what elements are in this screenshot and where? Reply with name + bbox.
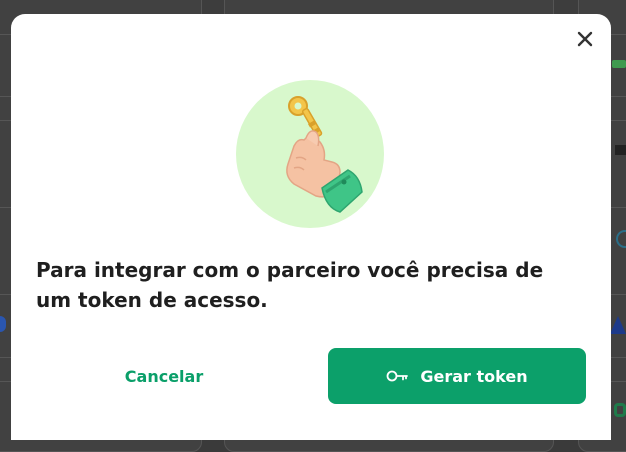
key-graphic <box>288 96 323 137</box>
close-icon <box>577 31 593 47</box>
generate-token-button[interactable]: Gerar token <box>328 348 586 404</box>
background-partner-logo <box>615 145 626 155</box>
key-icon <box>386 370 409 382</box>
hand-holding-key-illustration <box>236 80 384 228</box>
cancel-button[interactable]: Cancelar <box>35 348 293 404</box>
token-dialog: Para integrar com o parceiro você precis… <box>11 14 611 440</box>
dialog-message: Para integrar com o parceiro você precis… <box>36 258 544 312</box>
background-partner-logo <box>610 316 626 334</box>
generate-token-label: Gerar token <box>420 366 528 386</box>
close-button[interactable] <box>573 27 597 51</box>
background-partner-logo <box>614 403 626 417</box>
background-partner-logo <box>612 60 626 68</box>
